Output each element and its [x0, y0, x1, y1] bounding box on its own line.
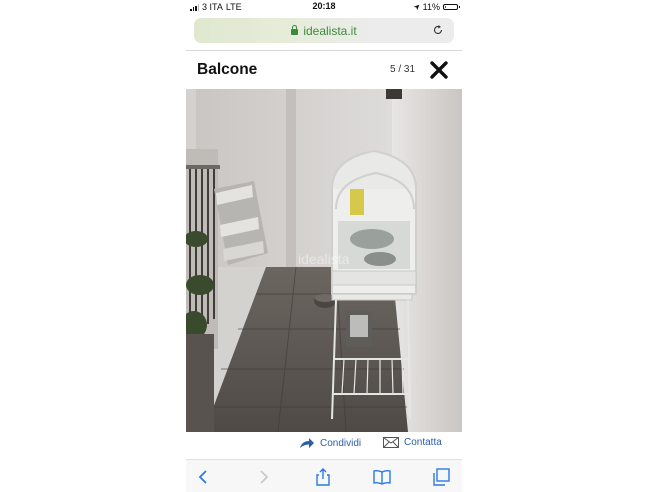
- contact-link[interactable]: Contatta: [383, 437, 442, 448]
- battery-percent: 11%: [422, 2, 440, 12]
- header-divider: [186, 50, 462, 51]
- close-icon[interactable]: [429, 60, 449, 80]
- address-bar[interactable]: idealista.it: [194, 18, 454, 43]
- tabs-icon[interactable]: [431, 467, 451, 487]
- share-label: Condividi: [320, 437, 362, 449]
- location-icon: [413, 4, 419, 10]
- balcony-photo[interactable]: idealista: [186, 89, 462, 432]
- share-icon[interactable]: [313, 467, 333, 487]
- phone-screen: 3 ITA LTE 20:18 11% idealista.it Balcone…: [186, 0, 462, 492]
- lock-icon: [291, 25, 299, 35]
- browser-toolbar: [186, 459, 462, 492]
- url-text: idealista.it: [303, 24, 357, 38]
- status-bar: 3 ITA LTE 20:18 11%: [186, 0, 462, 14]
- contact-label: Contatta: [404, 437, 442, 448]
- reload-icon[interactable]: [432, 24, 444, 36]
- photo-actions: Condividi Contatta: [186, 436, 462, 456]
- watermark: idealista: [298, 251, 350, 267]
- photo-counter: 5 / 31: [390, 64, 416, 75]
- photo-title: Balcone: [197, 61, 258, 78]
- bookmarks-icon[interactable]: [372, 467, 392, 487]
- battery-icon: [443, 4, 460, 10]
- url-display[interactable]: idealista.it: [194, 24, 454, 38]
- battery-fill: [445, 6, 446, 8]
- balcony-photo-image: idealista: [186, 89, 462, 432]
- envelope-icon: [383, 437, 399, 448]
- status-right: 11%: [413, 2, 460, 12]
- back-icon[interactable]: [194, 467, 214, 487]
- gallery-header: Balcone 5 / 31: [186, 52, 462, 88]
- share-link[interactable]: Condividi: [299, 437, 361, 449]
- share-arrow-icon: [300, 438, 314, 448]
- forward-icon[interactable]: [253, 467, 273, 487]
